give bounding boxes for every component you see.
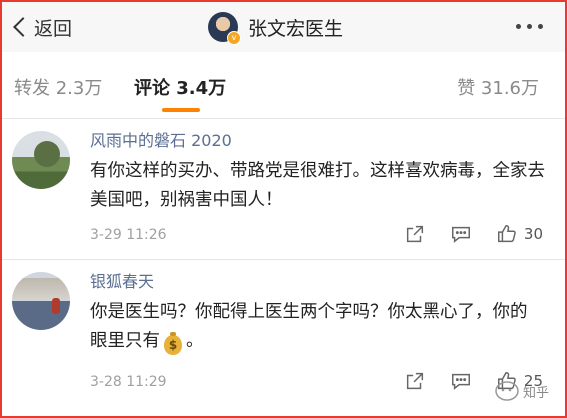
tab-bar: 转发 2.3万 评论 3.4万 赞 31.6万	[2, 52, 565, 119]
tab-repost-count: 2.3万	[55, 78, 103, 99]
comment-actions: 30	[404, 223, 565, 245]
watermark-text: 知乎	[522, 385, 549, 401]
money-bag-icon: $	[164, 332, 182, 355]
comment-timestamp: 3-29 11:26	[90, 227, 167, 243]
more-horizontal-icon[interactable]	[516, 24, 543, 29]
comment-text: 有你这样的买办、带路党是很难打。这样喜欢病毒，全家去美国吧，别祸害中国人！	[90, 161, 545, 210]
tab-likes-label: 赞	[457, 78, 476, 99]
chevron-left-icon	[13, 17, 33, 37]
back-button[interactable]: 返回	[10, 12, 72, 42]
tab-likes[interactable]: 赞 31.6万	[457, 74, 539, 100]
tab-repost-label: 转发	[14, 78, 50, 99]
back-label: 返回	[34, 17, 73, 40]
comment-item: 银狐春天 你是医生吗？你配得上医生两个字吗？你太黑心了，你的眼里只有 $。 3-2…	[2, 260, 565, 414]
comment-icon[interactable]	[450, 370, 472, 392]
top-bar: 返回 v 张文宏医生	[2, 2, 565, 52]
share-icon[interactable]	[404, 370, 426, 392]
zhihu-watermark: 知乎	[494, 380, 549, 402]
active-tab-indicator	[162, 108, 200, 112]
avatar[interactable]	[12, 131, 70, 189]
comment-timestamp: 3-28 11:29	[90, 374, 167, 390]
comment-icon[interactable]	[450, 223, 472, 245]
avatar[interactable]	[12, 272, 70, 330]
avatar[interactable]: v	[208, 12, 241, 45]
comment-author[interactable]: 风雨中的磐石 2020	[90, 127, 232, 151]
profile-title[interactable]: v 张文宏医生	[208, 10, 344, 45]
thumbs-up-icon[interactable]	[496, 223, 518, 245]
tab-comments-count: 3.4万	[176, 78, 227, 99]
like-count: 30	[523, 225, 543, 243]
tab-repost[interactable]: 转发 2.3万	[14, 74, 102, 100]
tab-comments[interactable]: 评论 3.4万	[134, 74, 226, 100]
zhihu-logo-icon	[495, 381, 519, 401]
share-icon[interactable]	[404, 223, 426, 245]
page-title: 张文宏医生	[248, 17, 344, 40]
tab-likes-count: 31.6万	[480, 78, 539, 99]
comment-text: 你是医生吗？你配得上医生两个字吗？你太黑心了，你的眼里只有 $。	[90, 298, 530, 356]
comment-item: 风雨中的磐石 2020 有你这样的买办、带路党是很难打。这样喜欢病毒，全家去美国…	[2, 119, 565, 260]
comment-author[interactable]: 银狐春天	[90, 268, 154, 292]
tab-comments-label: 评论	[134, 78, 170, 99]
verified-badge-icon: v	[227, 31, 241, 45]
